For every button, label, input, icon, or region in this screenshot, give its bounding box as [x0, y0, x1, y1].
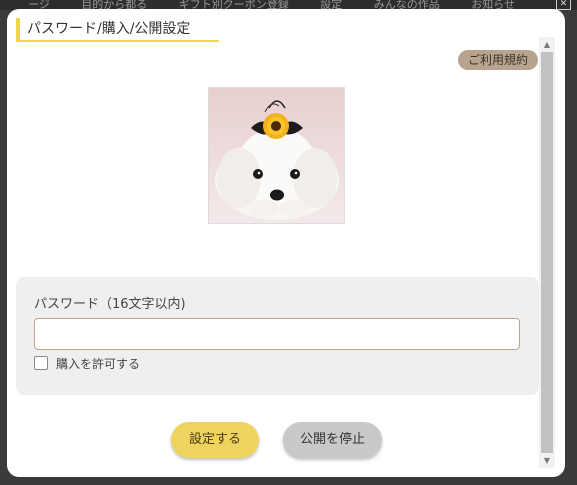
scroll-up-icon[interactable]: ▲: [539, 37, 555, 52]
terms-button[interactable]: ご利用規約: [458, 50, 538, 70]
dog-photo: [208, 87, 345, 224]
dog-photo-image: [209, 88, 344, 223]
settings-dialog: パスワード/購入/公開設定 ご利用規約 パスワード（16文字以内) 購入を許可す…: [7, 9, 565, 477]
dialog-title: パスワード/購入/公開設定: [16, 18, 219, 42]
password-form: パスワード（16文字以内) 購入を許可する: [16, 277, 539, 395]
allow-purchase-label: 購入を許可する: [56, 357, 141, 371]
stop-publishing-button[interactable]: 公開を停止: [283, 422, 382, 458]
dialog-scrollbar[interactable]: ▲ ▼: [539, 37, 555, 468]
password-input[interactable]: [34, 318, 520, 350]
scroll-down-icon[interactable]: ▼: [539, 453, 555, 468]
scrollbar-thumb[interactable]: [541, 52, 553, 453]
password-label: パスワード（16文字以内): [34, 297, 186, 312]
set-button[interactable]: 設定する: [171, 422, 259, 458]
allow-purchase-checkbox[interactable]: [34, 356, 48, 370]
background-close-icon[interactable]: ✕: [556, 0, 571, 10]
